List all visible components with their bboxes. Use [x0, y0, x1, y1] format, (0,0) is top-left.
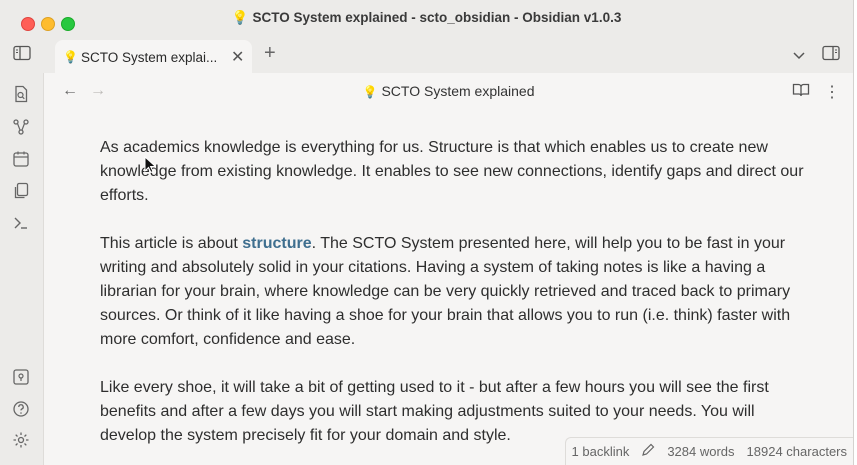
terminal-icon[interactable]: [12, 214, 30, 237]
lightbulb-icon: 💡: [231, 10, 249, 25]
help-icon[interactable]: [12, 400, 30, 423]
document-body[interactable]: As academics knowledge is everything for…: [100, 136, 810, 465]
copy-icon[interactable]: [12, 182, 30, 205]
structure-link[interactable]: structure: [242, 235, 311, 252]
tab-label: SCTO System explai...: [81, 50, 218, 65]
lightbulb-icon: 💡: [362, 85, 378, 99]
paragraph: As academics knowledge is everything for…: [100, 139, 804, 204]
lightbulb-icon: 💡: [63, 50, 78, 64]
right-sidebar-toggle-icon[interactable]: [822, 45, 840, 66]
left-ribbon: [0, 73, 44, 465]
window-title: 💡 SCTO System explained - scto_obsidian -…: [231, 10, 622, 25]
paragraph: This article is about structure. The SCT…: [100, 235, 791, 348]
reading-view-icon[interactable]: [792, 82, 810, 103]
editor-pane: ← → 💡 SCTO System explained ⋮ As academic…: [44, 73, 853, 465]
character-count: 18924 characters: [746, 444, 847, 459]
title-bar: 💡 SCTO System explained - scto_obsidian -…: [0, 0, 853, 37]
close-tab-icon[interactable]: ✕: [231, 47, 244, 67]
mouse-pointer-icon: [144, 155, 157, 179]
new-tab-icon[interactable]: +: [264, 42, 276, 65]
more-options-icon[interactable]: ⋮: [824, 82, 840, 102]
gear-icon[interactable]: [12, 431, 30, 454]
pencil-icon[interactable]: [641, 443, 655, 460]
calendar-icon[interactable]: [12, 150, 30, 173]
chevron-down-icon[interactable]: [792, 48, 806, 66]
backlink-count[interactable]: 1 backlink: [572, 444, 630, 459]
graph-view-icon[interactable]: [12, 118, 30, 141]
vault-icon[interactable]: [12, 368, 30, 391]
status-bar: 1 backlink 3284 words 18924 characters: [564, 437, 853, 465]
view-header-title[interactable]: 💡 SCTO System explained: [44, 83, 853, 99]
left-sidebar-toggle-icon[interactable]: [13, 45, 31, 66]
word-count: 3284 words: [667, 444, 735, 459]
obsidian-window: 💡 SCTO System explained - scto_obsidian -…: [0, 0, 854, 465]
tab-bar: 💡 SCTO System explai... ✕ +: [0, 37, 853, 74]
tab-scto-system[interactable]: 💡 SCTO System explai... ✕: [55, 40, 252, 74]
quick-switcher-icon[interactable]: [12, 85, 30, 108]
